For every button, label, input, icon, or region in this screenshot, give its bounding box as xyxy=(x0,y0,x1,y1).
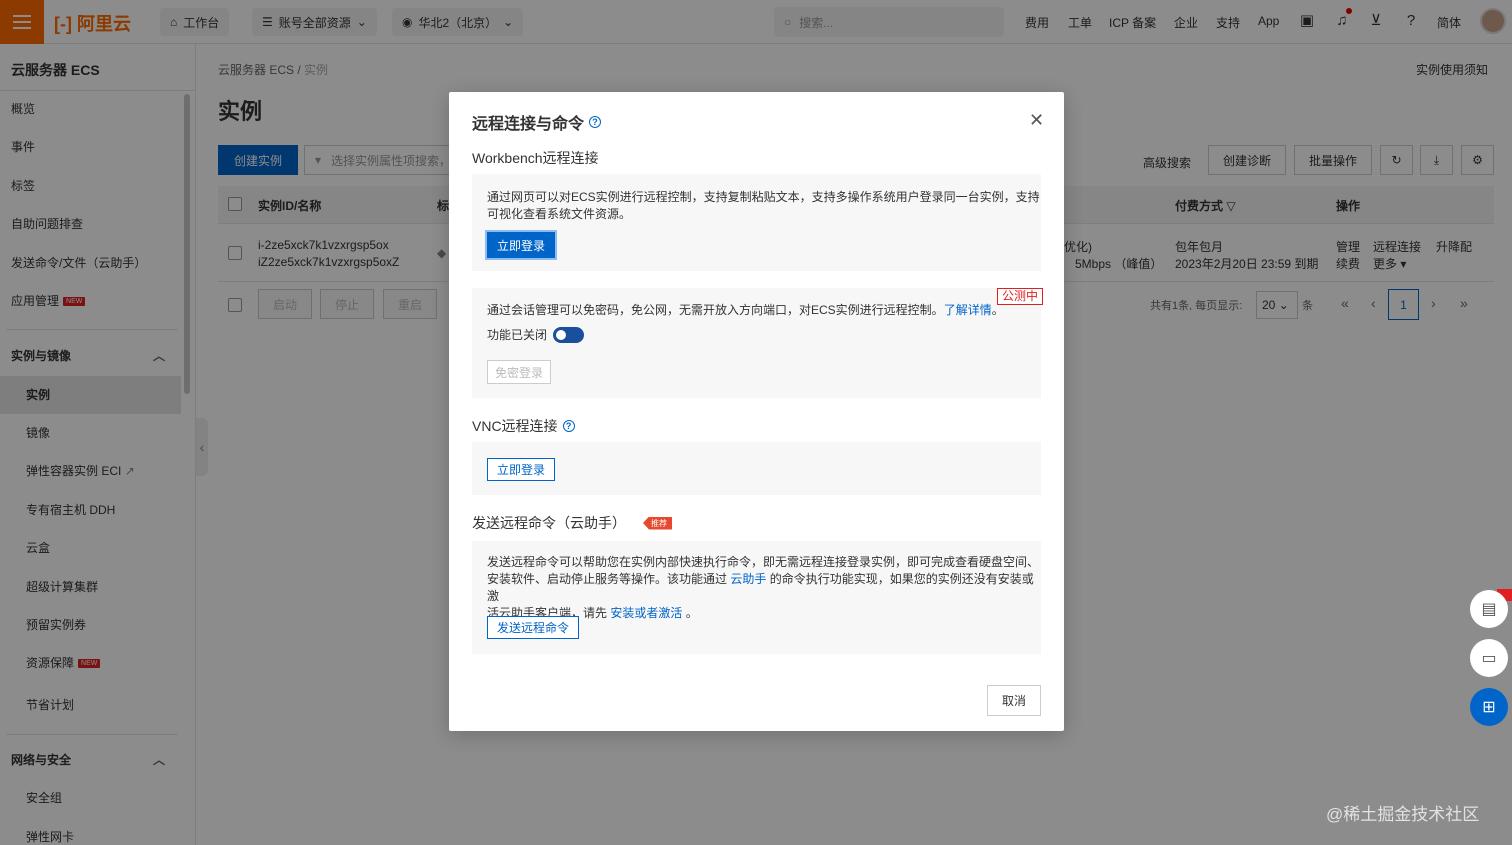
send-command-button[interactable]: 发送远程命令 xyxy=(487,616,580,639)
passwordless-login-button[interactable]: 免密登录 xyxy=(487,360,552,384)
workbench-section-title: Workbench远程连接 xyxy=(472,150,599,166)
command-description: 发送远程命令可以帮助您在实例内部快速执行命令，即无需远程连接登录实例，即可完成查… xyxy=(487,555,1040,620)
workbench-panel: 通过网页可以对ECS实例进行远程控制，支持复制粘贴文本，支持多操作系统用户登录同… xyxy=(472,174,1041,271)
image-feedback-icon[interactable]: ▤ xyxy=(1470,590,1508,628)
vnc-panel: 立即登录 xyxy=(472,442,1041,495)
beta-badge: 公测中 xyxy=(997,288,1044,305)
workbench-login-button[interactable]: 立即登录 xyxy=(487,232,556,258)
recommend-badge: 推荐 xyxy=(643,516,672,530)
install-activate-link[interactable]: 安装或者激活 xyxy=(610,606,682,620)
modal-title: 远程连接与命令 ? xyxy=(472,110,602,134)
session-toggle[interactable] xyxy=(553,327,584,343)
help-icon[interactable]: ? xyxy=(562,420,575,432)
cloud-assistant-link[interactable]: 云助手 xyxy=(730,572,766,586)
cancel-button[interactable]: 取消 xyxy=(987,685,1041,716)
feature-status-label: 功能已关闭 xyxy=(487,328,548,342)
command-panel: 发送远程命令可以帮助您在实例内部快速执行命令，即无需远程连接登录实例，即可完成查… xyxy=(472,541,1041,654)
command-section-title: 发送远程命令（云助手） 推荐 xyxy=(472,513,672,533)
apps-icon[interactable]: ⊞ xyxy=(1470,688,1508,726)
close-icon[interactable]: ✕ xyxy=(1029,110,1044,131)
watermark: @稀土掘金技术社区 xyxy=(1326,805,1480,824)
session-description: 通过会话管理可以免密码，免公网，无需开放入方向端口，对ECS实例进行远程控制。了… xyxy=(487,303,1004,317)
help-icon[interactable]: ? xyxy=(589,116,602,128)
remote-connect-modal: 远程连接与命令 ? ✕ Workbench远程连接 通过网页可以对ECS实例进行… xyxy=(449,92,1064,731)
session-manager-panel: 通过会话管理可以免密码，免公网，无需开放入方向端口，对ECS实例进行远程控制。了… xyxy=(472,288,1041,398)
workbench-description: 通过网页可以对ECS实例进行远程控制，支持复制粘贴文本，支持多操作系统用户登录同… xyxy=(487,190,1040,221)
learn-more-link[interactable]: 了解详情 xyxy=(944,303,992,317)
vnc-login-button[interactable]: 立即登录 xyxy=(487,458,556,481)
vnc-section-title: VNC远程连接 ? xyxy=(472,416,575,436)
chat-icon[interactable]: ▭ xyxy=(1470,639,1508,677)
